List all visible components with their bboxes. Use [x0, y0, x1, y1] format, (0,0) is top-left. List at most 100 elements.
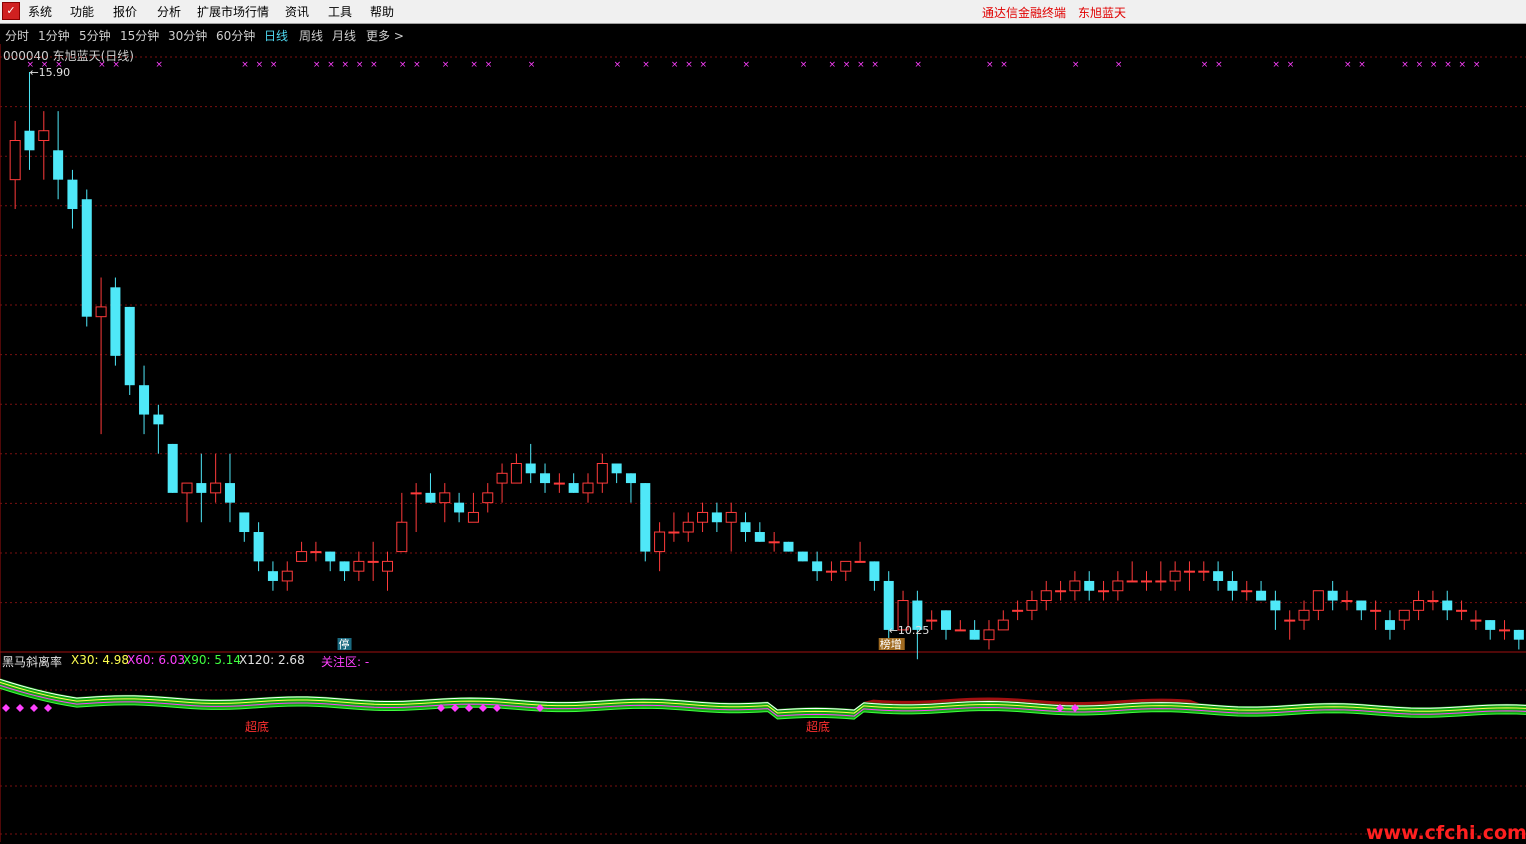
- candle-body: [840, 560, 852, 572]
- candle-body: [196, 483, 207, 493]
- candle-body: [24, 130, 35, 151]
- candle-body: [510, 463, 522, 484]
- candle-body: [869, 561, 880, 581]
- candle-body: [1370, 609, 1382, 612]
- period-60min[interactable]: 60分钟: [216, 27, 255, 44]
- indicator-diamond: [1071, 704, 1079, 712]
- low-price-label: ←10.25: [889, 624, 930, 637]
- candle-body: [1470, 619, 1482, 622]
- menu-analysis[interactable]: 分析: [157, 4, 181, 20]
- indicator-diamond: [451, 704, 459, 712]
- candle-body: [983, 629, 995, 641]
- candle-body: [396, 521, 408, 553]
- signal-marker: ×: [685, 60, 693, 70]
- candle-body: [812, 561, 823, 572]
- candle-body: [1513, 629, 1524, 640]
- signal-marker: ×: [986, 60, 994, 70]
- signal-marker: ×: [828, 60, 836, 70]
- candle-body: [1155, 580, 1167, 583]
- candle-body: [1442, 600, 1453, 611]
- candle-body: [553, 482, 565, 485]
- indicator-diamond: [493, 704, 501, 712]
- candle-body: [1084, 580, 1095, 591]
- candle-body: [883, 580, 894, 630]
- candle-body: [353, 560, 365, 572]
- candle-body: [454, 502, 465, 513]
- indicator-diamond: [30, 704, 38, 712]
- period-1min[interactable]: 1分钟: [38, 27, 70, 44]
- period-30min[interactable]: 30分钟: [168, 27, 207, 44]
- candle-body: [1213, 571, 1224, 581]
- menu-news[interactable]: 资讯: [285, 4, 309, 20]
- period-15min[interactable]: 15分钟: [120, 27, 159, 44]
- stop-tag-bg: [337, 638, 352, 650]
- signal-marker: ×: [914, 60, 922, 70]
- x90-line: [0, 687, 1526, 720]
- period-intraday[interactable]: 分时: [5, 27, 29, 44]
- indicator-x30: X30: 4.98: [71, 653, 130, 667]
- candle-body: [253, 532, 264, 562]
- signal-marker: ×: [700, 60, 708, 70]
- signal-marker: ×: [356, 60, 364, 70]
- indicator-x90: X90: 5.14: [183, 653, 242, 667]
- candle-body: [496, 472, 508, 484]
- menu-help[interactable]: 帮助: [370, 4, 394, 20]
- signal-marker: ×: [256, 60, 264, 70]
- candle-body: [926, 619, 938, 622]
- candle-body: [1069, 580, 1081, 592]
- menu-quote[interactable]: 报价: [113, 4, 137, 20]
- candle-body: [1398, 609, 1410, 621]
- signal-marker: ×: [442, 60, 450, 70]
- watermark: www.cfchi.com: [1366, 822, 1526, 844]
- candle-body: [110, 287, 121, 356]
- indicator-x60: X60: 6.03: [127, 653, 186, 667]
- menu-extended-market[interactable]: 扩展市场行情: [197, 4, 269, 20]
- candle-body: [1485, 620, 1496, 630]
- candle-body: [1112, 580, 1124, 592]
- candle-body: [1413, 600, 1425, 611]
- candle-body: [381, 560, 394, 572]
- candle-body: [969, 629, 980, 640]
- candle-body: [797, 551, 808, 562]
- indicator-focus-zone: 关注区: -: [321, 655, 370, 669]
- candle-body: [596, 463, 608, 484]
- period-daily[interactable]: 日线: [264, 27, 288, 44]
- candle-body: [1012, 609, 1024, 612]
- candle-body: [1298, 609, 1310, 621]
- signal-marker: ×: [871, 60, 879, 70]
- signal-marker: ×: [671, 60, 679, 70]
- candle-body: [1456, 609, 1468, 612]
- x60-line: [0, 684, 1526, 717]
- signal-label: 超底: [245, 719, 269, 734]
- period-more[interactable]: 更多 >: [366, 27, 404, 44]
- indicator-name[interactable]: 黑马斜离率: [2, 653, 62, 670]
- bang-tag: 榜增: [880, 637, 902, 651]
- indicator-band: [0, 678, 1526, 720]
- period-monthly[interactable]: 月线: [332, 27, 356, 44]
- brand-title: 通达信金融终端 东旭蓝天: [982, 4, 1138, 21]
- signal-marker: ×: [528, 60, 536, 70]
- indicator-band-red: [0, 678, 1526, 710]
- kline-chart[interactable]: × × × × × × × × × × × × × × × × × × × × × × × × × × × × × × × × × × × × × × × ×…: [0, 0, 1526, 842]
- candle-body: [467, 511, 479, 523]
- candle-body: [1098, 590, 1110, 593]
- x30-line: [0, 681, 1526, 714]
- high-price-label: ←15.90: [29, 66, 70, 79]
- candle-body: [367, 560, 379, 563]
- candle-body: [1198, 570, 1210, 573]
- candle-body: [1227, 580, 1238, 591]
- signal-marker: ×: [1344, 60, 1352, 70]
- menu-tools[interactable]: 工具: [328, 4, 352, 20]
- stop-tag: 停: [339, 637, 350, 651]
- candle-body: [1327, 590, 1338, 601]
- signal-marker: ×: [1272, 60, 1280, 70]
- signal-label: 超底: [806, 719, 830, 734]
- candle-body: [1256, 590, 1267, 601]
- menu-system[interactable]: 系统: [28, 4, 52, 20]
- candle-body: [954, 629, 966, 632]
- period-5min[interactable]: 5分钟: [79, 27, 111, 44]
- menu-function[interactable]: 功能: [70, 4, 94, 20]
- candle-body: [1427, 600, 1439, 603]
- period-weekly[interactable]: 周线: [299, 27, 323, 44]
- app-logo-icon[interactable]: ✓: [2, 2, 20, 20]
